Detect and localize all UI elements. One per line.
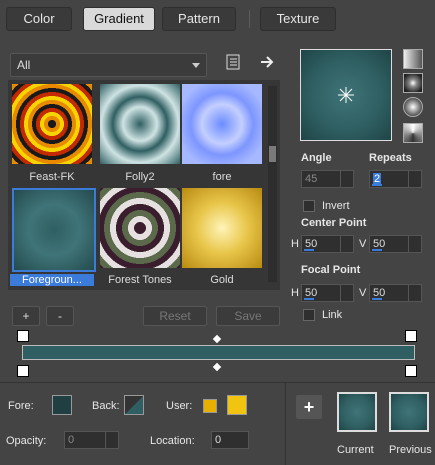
thumbnail-feast-fk[interactable] — [12, 84, 92, 164]
back-color-swatch[interactable] — [124, 395, 144, 415]
rectangular-style-icon[interactable] — [403, 73, 423, 93]
tab-texture[interactable]: Texture — [260, 7, 336, 31]
opacity-value: 0 — [68, 434, 75, 446]
spin-dropdown-icon[interactable] — [340, 285, 353, 301]
tab-color[interactable]: Color — [6, 7, 72, 31]
spin-dropdown-icon[interactable] — [105, 432, 118, 448]
location-label: Location: — [150, 435, 195, 447]
center-v-slider[interactable] — [372, 249, 382, 251]
thumbnail-label: Feast-FK — [29, 171, 75, 183]
focal-point-label: Focal Point — [301, 264, 361, 276]
thumbnail-gold[interactable] — [182, 188, 262, 268]
fore-label: Fore: — [8, 400, 34, 412]
arrow-right-icon[interactable] — [259, 54, 275, 70]
center-v-label: V — [359, 238, 367, 250]
invert-label: Invert — [322, 200, 350, 212]
thumbnail-foreground[interactable] — [12, 188, 96, 272]
repeats-slider[interactable] — [372, 184, 382, 186]
gradient-browser: Feast-FK Folly2 fore Foregroun... Forest… — [8, 80, 280, 290]
spin-dropdown-icon[interactable] — [408, 171, 421, 187]
center-point-label: Center Point — [301, 217, 367, 229]
filter-value: All — [17, 58, 31, 72]
previous-swatch[interactable] — [389, 392, 429, 432]
linear-style-icon[interactable] — [403, 49, 423, 69]
focal-v-label: V — [359, 287, 367, 299]
thumbnail-forest-tones[interactable] — [100, 188, 180, 268]
center-crosshair-icon — [338, 87, 354, 103]
user-label: User: — [166, 400, 193, 412]
opacity-midpoint-icon[interactable] — [212, 334, 222, 344]
remove-gradient-button[interactable]: - — [46, 306, 74, 326]
add-gradient-button[interactable]: + — [12, 306, 40, 326]
tab-separator — [249, 10, 250, 28]
spin-dropdown-icon[interactable] — [340, 171, 353, 187]
color-stop-right-icon[interactable] — [405, 365, 417, 377]
gradient-editor-bar[interactable] — [22, 345, 415, 360]
tab-bar: Color Gradient Pattern Texture — [0, 0, 435, 38]
thumbnail-label: Folly2 — [125, 171, 155, 183]
focal-v-slider[interactable] — [372, 298, 382, 300]
thumbnail-label-selected: Foregroun... — [10, 274, 94, 286]
repeats-label: Repeats — [369, 152, 412, 164]
save-button[interactable]: Save — [216, 306, 280, 326]
spin-dropdown-icon[interactable] — [408, 236, 421, 252]
focal-h-input[interactable]: 50 — [301, 284, 354, 302]
opacity-stop-left-icon[interactable] — [17, 330, 29, 342]
opacity-input[interactable]: 0 — [64, 431, 119, 449]
invert-checkbox[interactable] — [303, 200, 315, 212]
user-color-swatch[interactable] — [227, 395, 247, 415]
radial-style-icon[interactable] — [403, 123, 423, 143]
sunburst-style-icon[interactable] — [403, 97, 423, 117]
thumbnail-label: fore — [212, 171, 232, 183]
angle-input[interactable]: 45 — [301, 170, 354, 188]
location-input[interactable]: 0 — [211, 431, 249, 449]
spin-dropdown-icon[interactable] — [340, 236, 353, 252]
center-h-input[interactable]: 50 — [301, 235, 354, 253]
resource-manager-icon[interactable] — [225, 54, 241, 70]
scrollbar-thumb[interactable] — [269, 146, 276, 162]
previous-label: Previous — [389, 444, 432, 456]
color-midpoint-icon[interactable] — [212, 362, 222, 372]
filter-dropdown[interactable]: All — [10, 53, 207, 77]
color-stop-left-icon[interactable] — [17, 365, 29, 377]
fore-color-swatch[interactable] — [52, 395, 72, 415]
focal-v-input[interactable]: 50 — [369, 284, 422, 302]
tab-gradient[interactable]: Gradient — [83, 7, 155, 31]
center-h-slider[interactable] — [304, 249, 314, 251]
angle-label: Angle — [301, 152, 332, 164]
chevron-down-icon — [192, 63, 200, 68]
center-h-label: H — [291, 238, 299, 250]
browser-scrollbar[interactable] — [268, 86, 277, 282]
focal-h-slider[interactable] — [304, 298, 314, 300]
reset-button[interactable]: Reset — [143, 306, 207, 326]
thumbnail-label: Gold — [210, 274, 234, 286]
opacity-label: Opacity: — [6, 435, 47, 447]
back-label: Back: — [92, 400, 120, 412]
opacity-stop-right-icon[interactable] — [405, 330, 417, 342]
focal-h-label: H — [291, 287, 299, 299]
bottom-panel: Fore: Back: User: Opacity: 0 Location: 0… — [0, 382, 435, 465]
tab-pattern[interactable]: Pattern — [162, 7, 236, 31]
user-color-small-swatch[interactable] — [203, 399, 217, 413]
thumbnail-label: Forest Tones — [108, 274, 172, 286]
spin-dropdown-icon[interactable] — [408, 285, 421, 301]
gradient-preview[interactable] — [300, 49, 392, 141]
thumbnail-folly2[interactable] — [100, 84, 180, 164]
repeats-input[interactable]: 2 — [369, 170, 422, 188]
current-swatch[interactable] — [337, 392, 377, 432]
link-checkbox[interactable] — [303, 309, 315, 321]
center-v-input[interactable]: 50 — [369, 235, 422, 253]
current-label: Current — [337, 444, 374, 456]
thumbnail-fore[interactable] — [182, 84, 262, 164]
location-value: 0 — [215, 434, 222, 446]
angle-value: 45 — [305, 173, 318, 185]
add-to-swatches-button[interactable]: + — [296, 395, 322, 419]
link-label: Link — [322, 309, 343, 321]
